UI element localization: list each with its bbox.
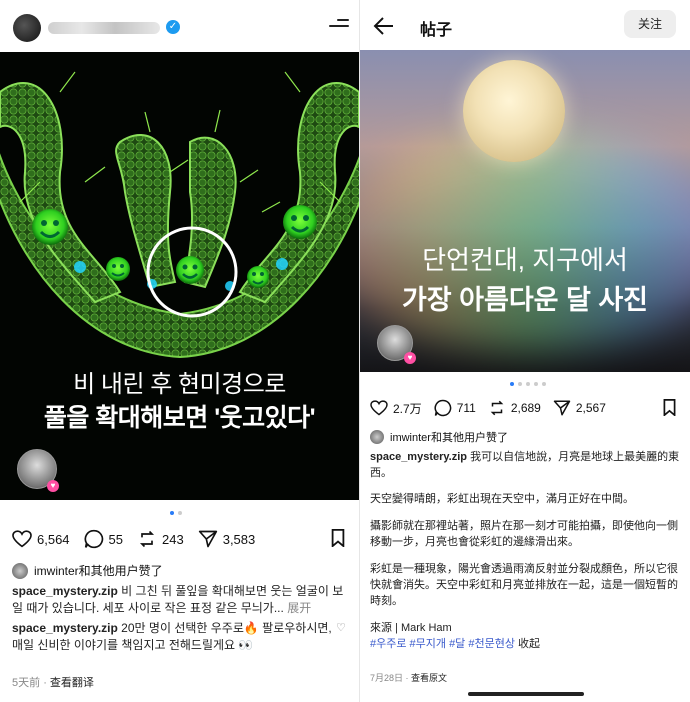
back-arrow-icon[interactable]: [373, 16, 395, 36]
hashtags[interactable]: #우주로 #무지개 #달 #천문현상: [370, 638, 515, 650]
image-caption-line1: 단언컨대, 지구에서: [422, 245, 628, 275]
page-title: 帖子: [420, 22, 453, 39]
post-image[interactable]: 단언컨대, 지구에서 가장 아름다운 달 사진 ♥: [360, 50, 690, 372]
like-count: 6,564: [37, 531, 70, 547]
like-count: 2.7万: [393, 401, 422, 416]
share-button[interactable]: 3,583: [198, 529, 256, 549]
full-moon: [463, 60, 565, 162]
comment-icon: [84, 529, 103, 549]
heart-icon: [370, 400, 388, 416]
post-header: ✓: [0, 0, 359, 52]
share-count: 3,583: [222, 531, 256, 547]
post-paragraph-1: 天空變得晴朗，彩虹出現在天空中，滿月正好在中間。: [370, 493, 634, 505]
post-intro: space_mystery.zip 我可以自信地說，月亮是地球上最美麗的東西。: [370, 451, 680, 479]
post-tags-line: #우주로 #무지개 #달 #천문현상 收起: [370, 636, 680, 652]
post-detail-header: 帖子 关注: [360, 0, 690, 52]
image-caption-line2: 가장 아름다운 달 사진: [401, 285, 649, 315]
image-caption-line1: 비 내린 후 현미경으로: [73, 371, 286, 398]
bookmark-icon[interactable]: [662, 399, 677, 416]
liked-by[interactable]: imwinter和其他用户赞了: [12, 562, 163, 579]
liked-by[interactable]: imwinter和其他用户赞了: [370, 429, 508, 445]
repost-button[interactable]: 2,689: [488, 399, 541, 417]
carousel-indicator: [508, 382, 548, 386]
post-image[interactable]: 비 내린 후 현미경으로 풀을 확대해보면 '웃고있다' ♥: [0, 52, 359, 500]
heart-badge-icon: ♥: [47, 480, 59, 492]
repost-button[interactable]: 243: [137, 529, 184, 549]
like-button[interactable]: 2.7万: [370, 400, 422, 417]
liked-by-text: imwinter和其他用户赞了: [390, 432, 508, 444]
post-source: 來源 | Mark Ham: [370, 622, 452, 634]
expand-link[interactable]: 展开: [287, 601, 311, 615]
view-original-link[interactable]: 查看原文: [411, 673, 447, 683]
liker-avatar: [12, 562, 28, 579]
repost-count: 2,689: [510, 401, 541, 415]
comment-button[interactable]: 55: [84, 529, 123, 549]
repost-icon: [140, 530, 155, 548]
post-date: 7月28日: [370, 673, 404, 683]
comment-like-icon[interactable]: ♡: [336, 621, 346, 634]
translate-link[interactable]: 查看翻译: [50, 677, 94, 689]
post-paragraph-2: 攝影師就在那裡站著，照片在那一刻才可能拍攝，即使他向一側移動一步，月亮也會從彩虹…: [370, 520, 678, 548]
send-icon: [553, 400, 571, 416]
comment-button[interactable]: 711: [434, 399, 476, 417]
share-button[interactable]: 2,567: [553, 399, 606, 417]
action-bar: 2.7万 711 2,689 2,567: [370, 399, 620, 417]
post-caption: space_mystery.zip 비 그친 뒤 풀잎을 확대해보면 웃는 얼굴…: [12, 583, 347, 617]
post-paragraph-3: 彩虹是一種現象，陽光會透過雨滴反射並分裂成顏色，所以它很快就會消失。天空中彩虹和…: [370, 563, 678, 607]
share-count: 2,567: [575, 401, 606, 415]
blurred-username[interactable]: [48, 22, 160, 34]
carousel-indicator: [168, 511, 184, 515]
action-bar: 6,564 55 243 3,583: [12, 529, 269, 549]
post-time: 5天前: [12, 677, 41, 689]
post-footer: 5天前 · 查看翻译: [12, 677, 94, 689]
left-post-panel: ✓ 비 내린 후 현미경으로 풀을 확대해보면 '웃고있다' ♥ 6,564 5…: [0, 0, 359, 702]
heart-icon: [12, 530, 32, 548]
repost-count: 243: [162, 531, 184, 547]
collapse-link[interactable]: 收起: [518, 638, 540, 650]
send-icon: [198, 530, 217, 548]
caption-username[interactable]: space_mystery.zip: [370, 451, 467, 463]
liked-by-text: imwinter和其他用户赞了: [34, 564, 163, 578]
heart-badge-icon: ♥: [404, 352, 416, 364]
repost-icon: [490, 400, 504, 416]
author-avatar[interactable]: [13, 14, 41, 42]
bookmark-icon[interactable]: [330, 529, 346, 547]
post-footer: 7月28日 · 查看原文: [370, 673, 448, 683]
home-indicator: [468, 692, 584, 696]
comment-count: 55: [108, 531, 124, 547]
pinned-comment: space_mystery.zip 20만 명이 선택한 우주로🔥 팔로우하시면…: [12, 620, 334, 654]
verified-badge-icon: ✓: [166, 20, 180, 34]
comment-count: 711: [456, 401, 476, 415]
right-post-panel: 帖子 关注 단언컨대, 지구에서 가장 아름다운 달 사진 ♥ 2.7万 711…: [360, 0, 690, 702]
menu-icon[interactable]: [329, 19, 349, 33]
liker-avatar: [370, 430, 384, 444]
comment-username[interactable]: space_mystery.zip: [12, 621, 118, 635]
caption-username[interactable]: space_mystery.zip: [12, 584, 118, 598]
image-caption-line2: 풀을 확대해보면 '웃고있다': [43, 404, 316, 432]
like-button[interactable]: 6,564: [12, 530, 70, 548]
post-body: space_mystery.zip 我可以自信地說，月亮是地球上最美麗的東西。 …: [370, 449, 680, 652]
comment-icon: [434, 399, 451, 417]
follow-button[interactable]: 关注: [624, 10, 676, 38]
